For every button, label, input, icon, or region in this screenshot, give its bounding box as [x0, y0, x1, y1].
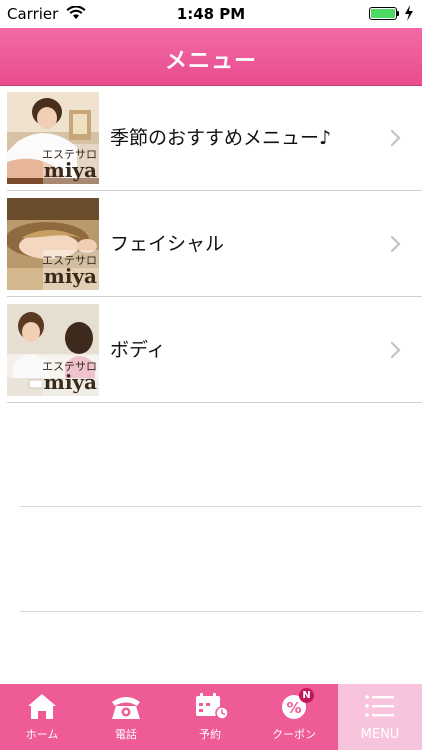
tab-label: 予約 — [199, 728, 221, 741]
menu-item-thumbnail: エステサロ miya — [7, 198, 99, 290]
tab-coupon[interactable]: % N クーポン — [252, 684, 336, 750]
empty-row-divider — [20, 506, 422, 507]
tab-menu[interactable]: MENU — [338, 684, 422, 750]
thumbnail-caption: エステサロ miya — [42, 356, 99, 396]
menu-item-thumbnail: エステサロ miya — [7, 92, 99, 184]
tab-reserve[interactable]: 予約 — [168, 684, 252, 750]
nav-header: メニュー — [0, 28, 422, 86]
tab-label: クーポン — [272, 728, 316, 741]
chevron-right-icon — [390, 235, 401, 253]
chevron-right-icon — [390, 129, 401, 147]
phone-icon — [112, 697, 140, 719]
calendar-icon — [196, 693, 229, 720]
tab-phone[interactable]: 電話 — [84, 684, 168, 750]
tab-label: 電話 — [115, 728, 137, 741]
menu-item-thumbnail: エステサロ miya — [7, 304, 99, 396]
battery-icon — [369, 7, 397, 20]
battery-tip — [397, 11, 399, 16]
home-icon — [28, 694, 56, 719]
status-bar: Carrier 1:48 PM — [0, 0, 422, 28]
tab-bar: ホーム 電話 予約 % N クーポン MENU — [0, 684, 422, 750]
tab-label: MENU — [360, 727, 400, 742]
row-divider — [7, 402, 422, 403]
caption-en: miya — [43, 158, 97, 182]
caption-en: miya — [43, 370, 97, 394]
caption-en: miya — [43, 264, 97, 288]
new-badge: N — [299, 688, 314, 703]
menu-item-label: ボディ — [110, 339, 166, 361]
tab-label: ホーム — [25, 728, 59, 741]
tab-home[interactable]: ホーム — [0, 684, 84, 750]
thumbnail-caption: エステサロ miya — [42, 144, 99, 184]
thumbnail-caption: エステサロ miya — [42, 250, 99, 290]
menu-item-label: フェイシャル — [110, 233, 225, 255]
menu-item-seasonal[interactable]: エステサロ miya 季節のおすすめメニュー♪ — [0, 85, 422, 191]
empty-row-divider — [20, 611, 422, 612]
status-time: 1:48 PM — [176, 5, 246, 23]
chevron-right-icon — [390, 341, 401, 359]
page-title: メニュー — [164, 49, 257, 74]
coupon-icon: % — [282, 695, 306, 719]
menu-item-label: 季節のおすすめメニュー♪ — [110, 127, 332, 149]
menu-item-facial[interactable]: エステサロ miya フェイシャル — [0, 191, 422, 297]
menu-item-body[interactable]: エステサロ miya ボディ — [0, 297, 422, 403]
menu-list-icon — [365, 695, 394, 717]
battery-level — [371, 9, 395, 18]
charging-bolt-icon — [405, 5, 413, 21]
svg-text:%: % — [286, 699, 301, 717]
